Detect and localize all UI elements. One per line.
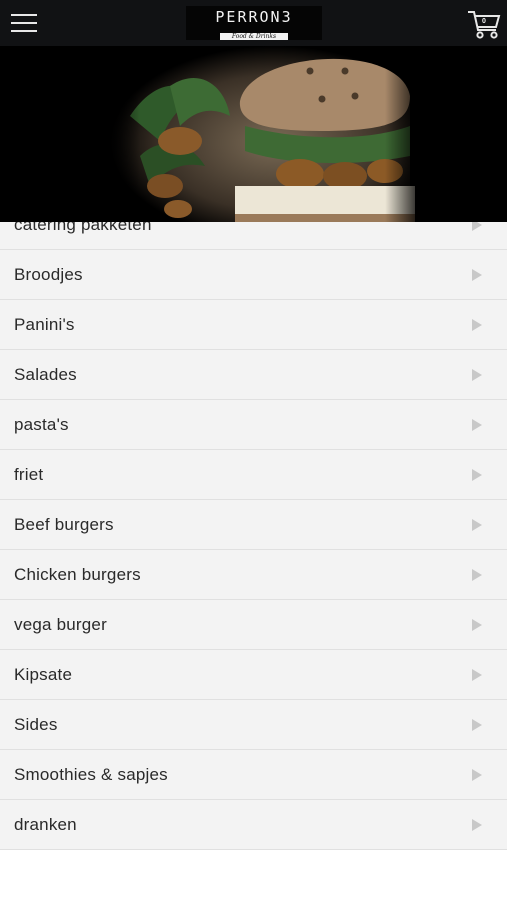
category-item[interactable]: Beef burgers: [0, 500, 507, 550]
cart-count: 0: [482, 18, 486, 25]
chevron-right-icon: [472, 419, 482, 431]
category-item[interactable]: Sides: [0, 700, 507, 750]
category-item[interactable]: pasta's: [0, 400, 507, 450]
category-item[interactable]: dranken: [0, 800, 507, 850]
chevron-right-icon: [472, 619, 482, 631]
sandwich-photo: [0, 46, 507, 222]
category-item[interactable]: Chicken burgers: [0, 550, 507, 600]
top-bar: PERRON3 Food & Drinks 0: [0, 0, 507, 46]
category-label: dranken: [14, 815, 77, 834]
category-label: Beef burgers: [14, 515, 114, 534]
category-label: pasta's: [14, 415, 69, 434]
category-label: friet: [14, 465, 44, 484]
hamburger-line: [11, 14, 37, 16]
category-item[interactable]: Smoothies & sapjes: [0, 750, 507, 800]
chevron-right-icon: [472, 369, 482, 381]
chevron-right-icon: [472, 669, 482, 681]
category-item[interactable]: Panini's: [0, 300, 507, 350]
category-label: Sides: [14, 715, 58, 734]
hamburger-menu-icon[interactable]: [11, 12, 37, 34]
chevron-right-icon: [472, 269, 482, 281]
category-label: Salades: [14, 365, 77, 384]
hamburger-line: [11, 22, 37, 24]
logo-tagline: Food & Drinks: [219, 33, 289, 40]
chevron-right-icon: [472, 469, 482, 481]
category-label: Kipsate: [14, 665, 73, 684]
category-item[interactable]: Broodjes: [0, 250, 507, 300]
chevron-right-icon: [472, 519, 482, 531]
chevron-right-icon: [472, 319, 482, 331]
chevron-right-icon: [472, 769, 482, 781]
category-item[interactable]: friet: [0, 450, 507, 500]
shopping-cart-button[interactable]: 0: [466, 8, 502, 40]
category-item[interactable]: Kipsate: [0, 650, 507, 700]
chevron-right-icon: [472, 819, 482, 831]
chevron-right-icon: [472, 719, 482, 731]
category-item[interactable]: vega burger: [0, 600, 507, 650]
category-list: catering pakketen Broodjes Panini's Salades…: [0, 200, 507, 850]
category-label: Panini's: [14, 315, 75, 334]
category-label: Chicken burgers: [14, 565, 141, 584]
chevron-right-icon: [472, 569, 482, 581]
category-label: Broodjes: [14, 265, 83, 284]
category-item[interactable]: Salades: [0, 350, 507, 400]
hero-image: [0, 46, 507, 222]
hamburger-line: [11, 30, 37, 32]
category-label: Smoothies & sapjes: [14, 765, 168, 784]
category-label: vega burger: [14, 615, 107, 634]
brand-logo[interactable]: PERRON3 Food & Drinks: [186, 6, 322, 40]
logo-text: PERRON3: [215, 8, 293, 26]
